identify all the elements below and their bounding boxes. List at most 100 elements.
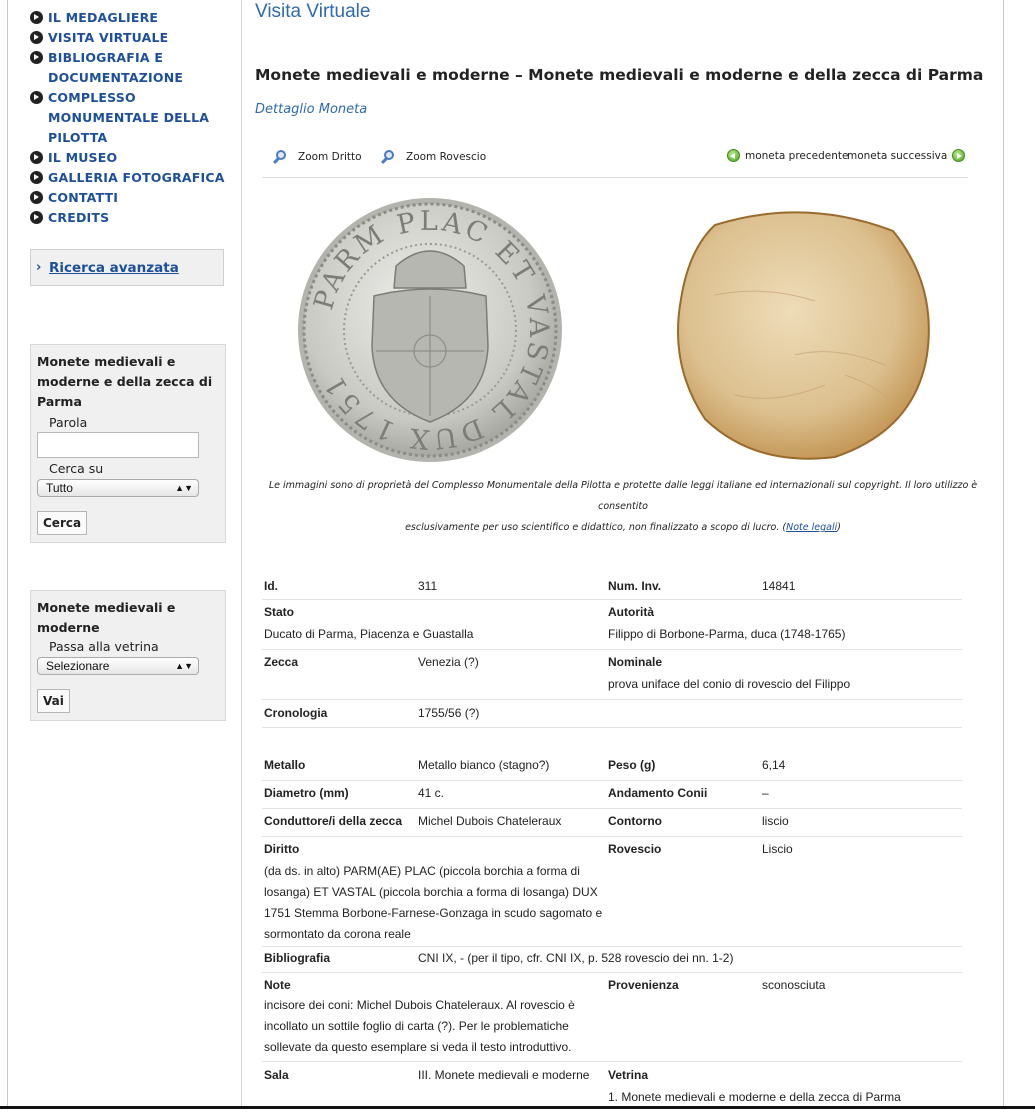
field-value: Michel Dubois Chateleraux xyxy=(418,814,562,828)
field-value: Venezia (?) xyxy=(418,655,479,669)
table-row: Cronologia 1755/56 (?) xyxy=(262,700,962,728)
search-on-label: Cerca su xyxy=(49,461,104,476)
field-label: Contorno xyxy=(608,814,662,828)
nav-link[interactable]: COMPLESSO MONUMENTALE DELLA PILOTTA xyxy=(48,88,230,148)
advanced-search-link[interactable]: Ricerca avanzata xyxy=(49,260,179,276)
field-label: Rovescio xyxy=(608,842,662,856)
nav-item-galleria[interactable]: GALLERIA FOTOGRAFICA xyxy=(30,168,230,188)
nav-item-museo[interactable]: IL MUSEO xyxy=(30,148,230,168)
next-coin-link[interactable]: moneta successiva xyxy=(847,149,966,162)
frame-border-right xyxy=(1003,0,1004,1109)
field-label: Stato xyxy=(264,605,294,619)
search-on-select[interactable]: Tutto ▲▼ xyxy=(37,479,199,497)
table-row: Stato Ducato di Parma, Piacenza e Guasta… xyxy=(262,600,962,650)
coin-reverse-image[interactable] xyxy=(675,205,935,463)
field-value: liscio xyxy=(762,814,789,828)
showcase-panel-title: Monete medievali e moderne xyxy=(37,600,176,635)
search-panel-title: Monete medievali e moderne e della zecca… xyxy=(37,354,213,409)
zoom-reverse-label: Zoom Rovescio xyxy=(406,151,487,163)
field-value: III. Monete medievali e moderne xyxy=(418,1068,590,1082)
nav-link[interactable]: VISITA VIRTUALE xyxy=(48,28,168,48)
nav-link[interactable]: BIBLIOGRAFIA E DOCUMENTAZIONE xyxy=(48,48,230,88)
table-row: Sala III. Monete medievali e moderne Vet… xyxy=(262,1062,962,1112)
field-value: 6,14 xyxy=(762,758,786,772)
field-value: 41 c. xyxy=(418,786,445,800)
field-value: Metallo bianco (stagno?) xyxy=(418,758,550,772)
previous-coin-link[interactable]: moneta precedente xyxy=(727,149,848,162)
field-value-line: 1751 Stemma Borbone-Farnese-Gonzaga in s… xyxy=(264,906,603,920)
nav-link[interactable]: GALLERIA FOTOGRAFICA xyxy=(48,168,225,188)
field-value-line: incisore dei coni: Michel Dubois Chatele… xyxy=(264,998,575,1012)
field-label: Id. xyxy=(264,579,278,593)
next-arrow-icon xyxy=(952,149,966,162)
field-value-line: incollato un sottile foglio di carta (?)… xyxy=(264,1019,569,1033)
nav-item-visita-virtuale[interactable]: VISITA VIRTUALE xyxy=(30,28,230,48)
field-value: Ducato di Parma, Piacenza e Guastalla xyxy=(264,627,474,641)
word-input[interactable] xyxy=(37,432,199,458)
arrow-bullet-icon xyxy=(30,31,43,44)
nav-item-bibliografia[interactable]: BIBLIOGRAFIA E DOCUMENTAZIONE xyxy=(30,48,230,88)
collection-title: Monete medievali e moderne – Monete medi… xyxy=(255,66,984,84)
page-subtitle: Dettaglio Moneta xyxy=(255,102,368,117)
field-label: Cronologia xyxy=(264,706,328,720)
table-row: Zecca Venezia (?) Nominale prova uniface… xyxy=(262,650,962,700)
word-label: Parola xyxy=(49,415,88,430)
go-button[interactable]: Vai xyxy=(37,689,70,713)
frame-border-left xyxy=(7,0,8,1109)
zoom-reverse-button[interactable]: Zoom Rovescio xyxy=(380,149,486,165)
field-value-line: (da ds. in alto) PARM(AE) PLAC (piccola … xyxy=(264,864,580,878)
coin-toolbar: Zoom Dritto Zoom Rovescio moneta precede… xyxy=(262,146,968,178)
field-value: Filippo di Borbone-Parma, duca (1748-176… xyxy=(608,627,846,641)
showcase-panel: Monete medievali e moderne Passa alla ve… xyxy=(30,590,226,721)
copyright-notice: Le immagini sono di proprietà del Comple… xyxy=(262,475,984,538)
nav-link[interactable]: CREDITS xyxy=(48,208,109,228)
table-row: Note incisore dei coni: Michel Dubois Ch… xyxy=(262,973,962,1062)
copyright-close: ) xyxy=(837,522,841,533)
nav-item-contatti[interactable]: CONTATTI xyxy=(30,188,230,208)
zoom-obverse-label: Zoom Dritto xyxy=(298,151,362,163)
chevron-right-icon: › xyxy=(36,260,42,275)
table-row: Diametro (mm) 41 c. Andamento Conii – xyxy=(262,781,962,809)
field-label: Peso (g) xyxy=(608,758,656,772)
select-arrows-icon: ▲▼ xyxy=(175,661,193,671)
field-label: Diametro (mm) xyxy=(264,786,349,800)
select-arrows-icon: ▲▼ xyxy=(175,483,193,493)
nav-link[interactable]: CONTATTI xyxy=(48,188,118,208)
field-label: Num. Inv. xyxy=(608,579,662,593)
field-label: Sala xyxy=(264,1068,289,1082)
field-value: prova uniface del conio di rovescio del … xyxy=(608,677,851,691)
field-value: – xyxy=(762,786,769,800)
field-label: Bibliografia xyxy=(264,951,331,965)
field-value: 1. Monete medievali e moderne e della ze… xyxy=(608,1090,901,1104)
nav-item-complesso[interactable]: COMPLESSO MONUMENTALE DELLA PILOTTA xyxy=(30,88,230,148)
nav-item-medagliere[interactable]: IL MEDAGLIERE xyxy=(30,8,230,28)
nav-item-credits[interactable]: CREDITS xyxy=(30,208,230,228)
field-value: Liscio xyxy=(762,842,793,856)
field-label: Andamento Conii xyxy=(608,786,708,800)
copyright-line-2-text: esclusivamente per uso scientifico e did… xyxy=(405,522,787,533)
field-label: Provenienza xyxy=(608,978,679,992)
search-panel: Monete medievali e moderne e della zecca… xyxy=(30,344,226,543)
field-label: Diritto xyxy=(264,842,300,856)
field-value: 1755/56 (?) xyxy=(418,706,480,720)
search-button[interactable]: Cerca xyxy=(37,511,88,535)
showcase-label: Passa alla vetrina xyxy=(49,639,159,654)
table-row: Conduttore/i della zecca Michel Dubois C… xyxy=(262,809,962,837)
table-row: Bibliografia CNI IX, - (per il tipo, cfr… xyxy=(262,947,962,973)
field-label: Autorità xyxy=(608,605,654,619)
field-value-line: sormontato da corona reale xyxy=(264,927,411,941)
legal-notes-link[interactable]: Note legali xyxy=(786,522,837,533)
search-on-selected: Tutto xyxy=(46,481,73,495)
coin-obverse-image[interactable]: PARM PLAC ET VASTAL DUX 1751 xyxy=(296,196,564,464)
sidebar-nav: IL MEDAGLIERE VISITA VIRTUALE BIBLIOGRAF… xyxy=(30,8,230,228)
field-value: CNI IX, - (per il tipo, cfr. CNI IX, p. … xyxy=(418,951,734,965)
arrow-bullet-icon xyxy=(30,51,43,64)
zoom-obverse-button[interactable]: Zoom Dritto xyxy=(272,149,362,165)
field-label: Note xyxy=(264,978,291,992)
magnifier-icon xyxy=(380,149,396,165)
nav-link[interactable]: IL MUSEO xyxy=(48,148,117,168)
showcase-select[interactable]: Selezionare ▲▼ xyxy=(37,657,199,675)
previous-coin-label: moneta precedente xyxy=(745,149,849,162)
nav-link[interactable]: IL MEDAGLIERE xyxy=(48,8,158,28)
table-row: Id. 311 Num. Inv. 14841 xyxy=(262,574,962,600)
